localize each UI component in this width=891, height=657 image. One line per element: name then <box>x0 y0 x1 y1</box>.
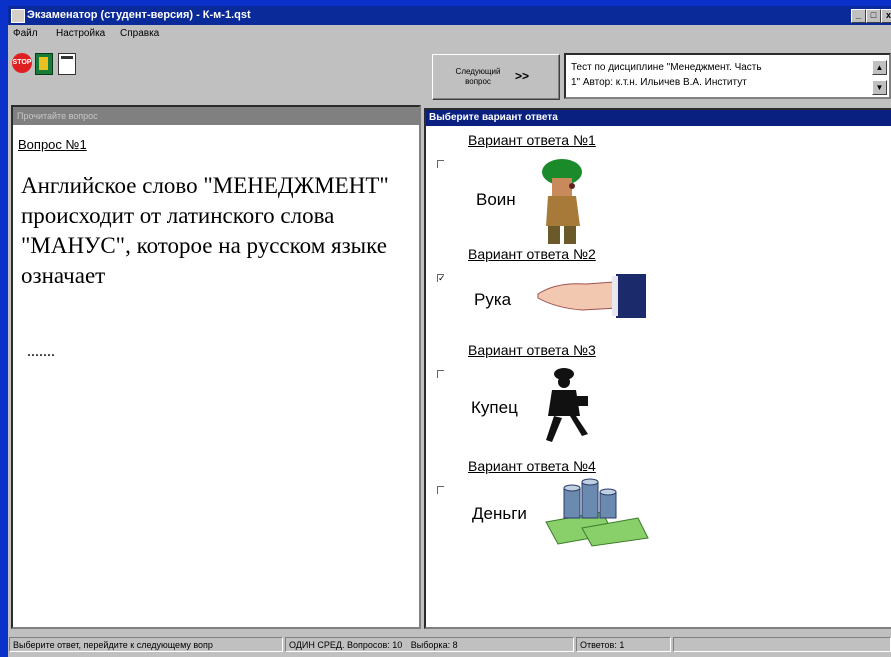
answer-option-1[interactable]: Вариант ответа №1 Воин <box>426 132 886 244</box>
stop-icon[interactable]: STOP <box>12 53 32 73</box>
test-info-line-1: Тест по дисциплине "Менеджмент. Часть <box>571 62 762 73</box>
book-icon[interactable] <box>35 53 53 75</box>
maximize-button[interactable]: □ <box>866 9 881 23</box>
test-info-line-2: 1" Автор: к.т.н. Ильичев В.А. Институт <box>571 77 747 88</box>
status-sample: Выборка: 8 <box>410 640 458 650</box>
option-checkbox[interactable]: ✓ <box>437 274 446 283</box>
option-title: Вариант ответа №2 <box>468 246 596 262</box>
next-button-label: Следующий вопрос <box>455 67 501 86</box>
menu-bar: Файл Настройка Справка <box>8 25 891 43</box>
answer-panel-header: Выберите вариант ответа <box>426 110 891 126</box>
money-icon <box>545 478 649 547</box>
test-info-text: Тест по дисциплине "Менеджмент. Часть 1"… <box>571 60 871 90</box>
answer-option-2[interactable]: Вариант ответа №2 ✓ Рука <box>426 246 886 356</box>
option-title: Вариант ответа №1 <box>468 132 596 148</box>
question-text: Английское слово "МЕНЕДЖМЕНТ" происходит… <box>21 173 389 288</box>
test-info-box[interactable]: Тест по дисциплине "Менеджмент. Часть 1"… <box>564 53 891 99</box>
toolbar: STOP Следующий вопрос >> Тест по дисципл… <box>8 43 891 105</box>
menu-file[interactable]: Файл <box>13 28 38 39</box>
close-button[interactable]: x <box>881 9 891 23</box>
answer-option-3[interactable]: Вариант ответа №3 Купец <box>426 342 886 452</box>
warrior-icon <box>542 159 582 244</box>
question-panel: Прочитайте вопрос Вопрос №1 Английское с… <box>11 105 421 629</box>
status-bar: Выберите ответ, перейдите к следующему в… <box>8 632 891 657</box>
merchant-icon <box>546 368 588 442</box>
option-label: Рука <box>474 290 512 309</box>
option-checkbox[interactable] <box>437 160 444 168</box>
scroll-down-icon[interactable]: ▼ <box>872 80 887 95</box>
option-title: Вариант ответа №3 <box>468 342 596 358</box>
option-checkbox[interactable] <box>437 486 444 494</box>
question-blank: ....... <box>27 343 55 360</box>
status-questions: Вопросов: 10 <box>346 640 403 650</box>
minimize-button[interactable]: _ <box>851 9 866 23</box>
app-icon <box>11 9 25 23</box>
answer-option-4[interactable]: Вариант ответа №4 Деньги <box>426 458 886 568</box>
hand-icon <box>537 274 646 318</box>
menu-help[interactable]: Справка <box>120 28 159 39</box>
option-label: Воин <box>476 190 516 209</box>
next-arrows: >> <box>515 69 530 83</box>
answer-panel: Выберите вариант ответа Вариант ответа №… <box>424 108 891 629</box>
option-checkbox[interactable] <box>437 370 444 378</box>
option-label: Купец <box>471 398 518 417</box>
question-panel-header: Прочитайте вопрос <box>13 107 419 125</box>
status-mode: ОДИН СРЕД. <box>289 640 345 650</box>
window-title: Экзаменатор (студент-версия) - К-м-1.qst <box>27 9 251 21</box>
scroll-up-icon[interactable]: ▲ <box>872 60 887 75</box>
question-title: Вопрос №1 <box>18 137 87 152</box>
next-question-button[interactable]: Следующий вопрос >> <box>432 54 560 100</box>
menu-settings[interactable]: Настройка <box>56 28 105 39</box>
option-title: Вариант ответа №4 <box>468 458 596 474</box>
app-window: Экзаменатор (студент-версия) - К-м-1.qst… <box>8 6 891 657</box>
status-progress <box>673 637 891 652</box>
document-icon[interactable] <box>58 53 76 75</box>
status-stats: ОДИН СРЕД. Вопросов: 10 Выборка: 8 <box>285 637 574 652</box>
status-answers: Ответов: 1 <box>576 637 671 652</box>
title-bar: Экзаменатор (студент-версия) - К-м-1.qst… <box>8 6 891 25</box>
status-hint: Выберите ответ, перейдите к следующему в… <box>9 637 283 652</box>
option-label: Деньги <box>472 504 527 523</box>
